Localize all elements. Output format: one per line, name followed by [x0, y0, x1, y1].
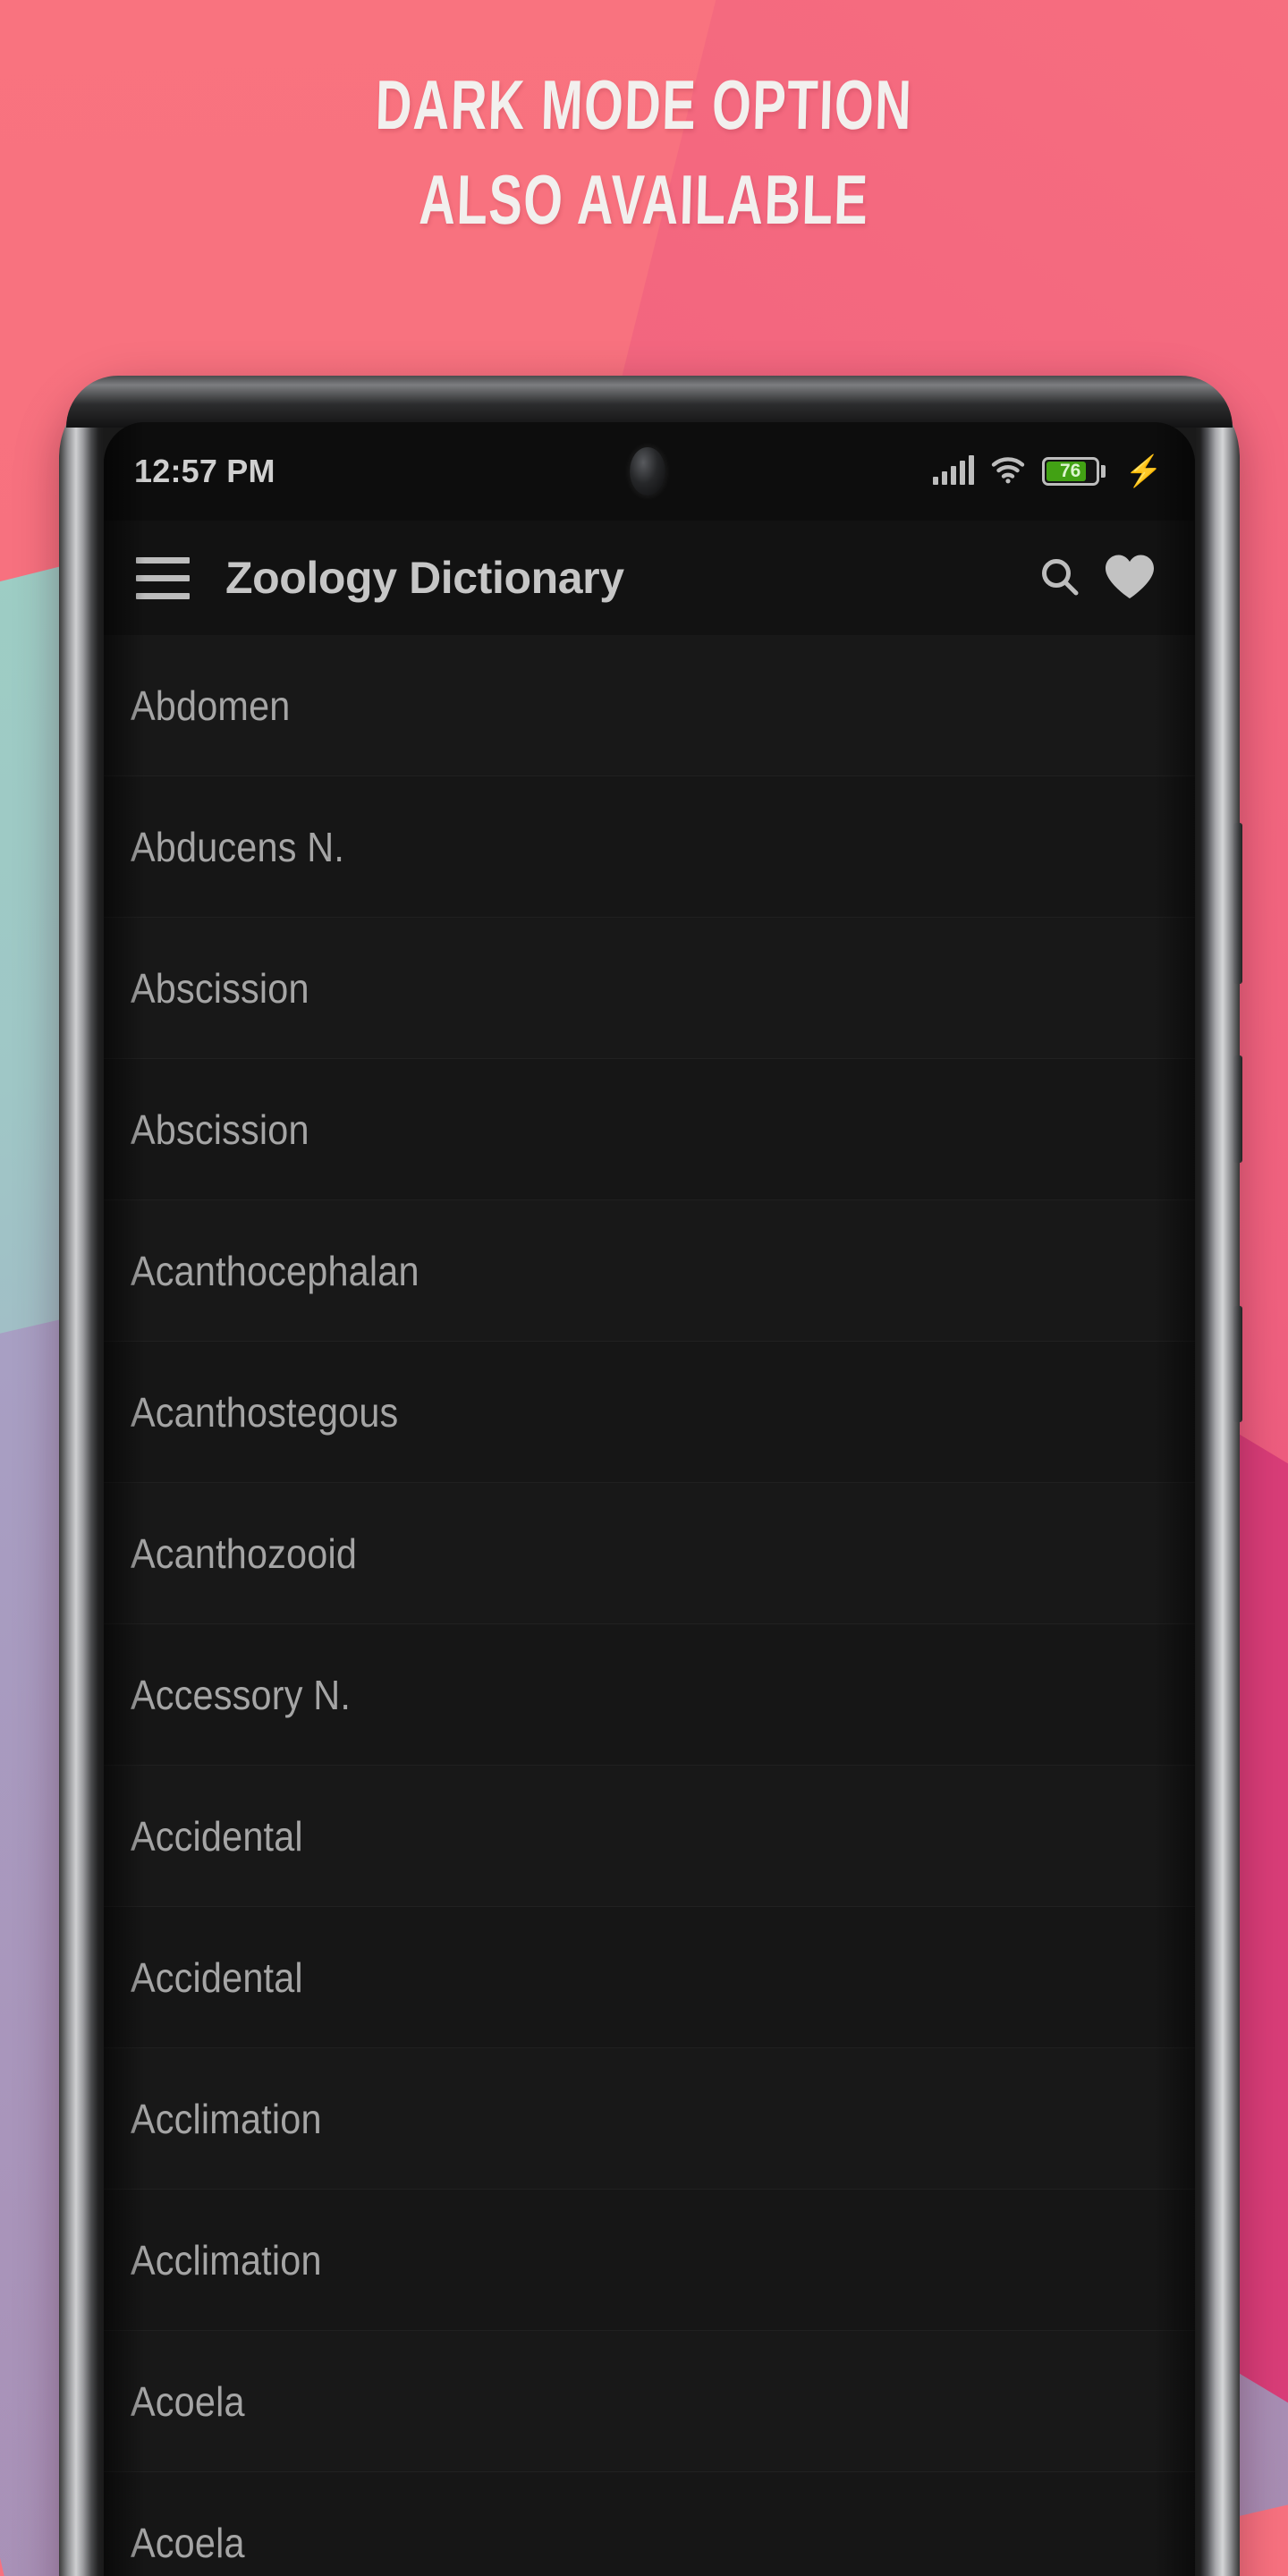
word-list-item-label: Abscission [131, 964, 309, 1012]
phone-bezel-gloss [66, 376, 1233, 428]
app-bar: Zoology Dictionary [104, 521, 1195, 635]
status-bar-clock: 12:57 PM [134, 453, 275, 489]
heart-icon[interactable] [1095, 543, 1165, 613]
hamburger-menu-icon[interactable] [131, 546, 195, 610]
dictionary-word-list[interactable]: Abdomen Abducens N. Abscission Abscission Ac… [104, 635, 1195, 2576]
word-list-item[interactable]: Acclimation [104, 2190, 1195, 2331]
promo-heading: DARK MODE OPTION ALSO AVAILABLE [0, 36, 1288, 239]
front-camera-punchhole-icon [630, 447, 665, 496]
word-list-item[interactable]: Abscission [104, 1059, 1195, 1200]
cellular-signal-icon [932, 455, 974, 485]
word-list-item[interactable]: Accidental [104, 1907, 1195, 2048]
volume-down-button[interactable] [1233, 1055, 1242, 1163]
word-list-item[interactable]: Abducens N. [104, 776, 1195, 918]
word-list-item-label: Accidental [131, 1812, 303, 1860]
word-list-item[interactable]: Accidental [104, 1766, 1195, 1907]
word-list-item-label: Accidental [131, 1953, 303, 2001]
phone-screen: 12:57 PM 76 ⚡ Zoology Dictionary Abdomen… [104, 422, 1195, 2576]
status-bar: 12:57 PM 76 ⚡ [104, 422, 1195, 521]
battery-icon: 76 [1041, 457, 1106, 486]
phone-device-frame: 12:57 PM 76 ⚡ Zoology Dictionary Abdomen… [59, 376, 1242, 2576]
promo-screenshot-stage: DARK MODE OPTION ALSO AVAILABLE 12:57 PM [0, 0, 1288, 2576]
promo-heading-line-1: DARK MODE OPTION [374, 65, 914, 144]
search-icon[interactable] [1025, 543, 1095, 613]
word-list-item[interactable]: Acanthocephalan [104, 1200, 1195, 1342]
word-list-item-label: Acanthocephalan [131, 1247, 419, 1294]
word-list-item[interactable]: Acanthostegous [104, 1342, 1195, 1483]
status-bar-icons: 76 ⚡ [932, 454, 1163, 488]
word-list-item-label: Acclimation [131, 2095, 322, 2142]
word-list-item[interactable]: Abdomen [104, 635, 1195, 776]
battery-level-label: 76 [1059, 461, 1081, 481]
wifi-icon [990, 455, 1026, 488]
word-list-item-label: Acanthozooid [131, 1530, 358, 1577]
word-list-item-label: Accessory N. [131, 1671, 352, 1718]
word-list-item[interactable]: Accessory N. [104, 1624, 1195, 1766]
word-list-item-label: Abdomen [131, 682, 291, 729]
word-list-item[interactable]: Acoela [104, 2472, 1195, 2576]
page-title: Zoology Dictionary [225, 553, 624, 603]
promo-heading-line-2: ALSO AVAILABLE [418, 160, 870, 239]
word-list-item[interactable]: Acanthozooid [104, 1483, 1195, 1624]
word-list-item-label: Acoela [131, 2377, 245, 2425]
word-list-item-label: Abducens N. [131, 823, 345, 870]
word-list-item-label: Acanthostegous [131, 1388, 399, 1436]
word-list-item-label: Abscission [131, 1106, 309, 1153]
word-list-item[interactable]: Abscission [104, 918, 1195, 1059]
power-button[interactable] [1233, 1306, 1242, 1422]
volume-up-button[interactable] [1233, 823, 1242, 984]
word-list-item[interactable]: Acclimation [104, 2048, 1195, 2190]
charging-bolt-icon: ⚡ [1124, 454, 1163, 488]
word-list-item[interactable]: Acoela [104, 2331, 1195, 2472]
word-list-item-label: Acoela [131, 2519, 245, 2566]
word-list-item-label: Acclimation [131, 2236, 322, 2284]
